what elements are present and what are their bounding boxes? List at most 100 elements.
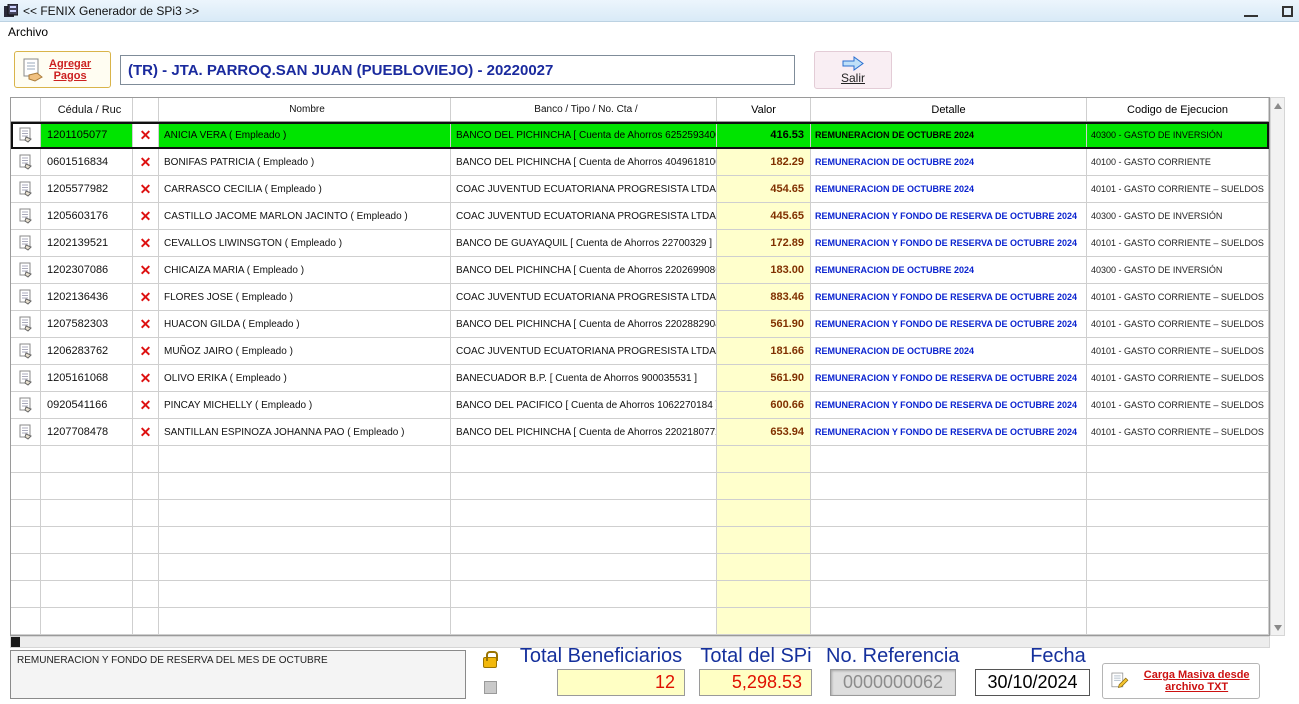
delete-row-button[interactable] <box>133 554 159 581</box>
col-header-codigo[interactable]: Codigo de Ejecucion <box>1087 98 1269 121</box>
empty-row[interactable] <box>11 500 1269 527</box>
delete-row-button[interactable]: ✕ <box>133 392 159 419</box>
delete-row-button[interactable] <box>133 446 159 473</box>
total-spi-value: 5,298.53 <box>699 669 812 696</box>
minimize-button[interactable] <box>1244 5 1258 17</box>
table-row[interactable]: 1202307086 ✕ CHICAIZA MARIA ( Empleado )… <box>11 257 1269 284</box>
row-detail-button[interactable] <box>11 473 41 500</box>
table-row[interactable]: 1202136436 ✕ FLORES JOSE ( Empleado ) CO… <box>11 284 1269 311</box>
col-header-valor[interactable]: Valor <box>717 98 811 121</box>
table-row[interactable]: 0601516834 ✕ BONIFAS PATRICIA ( Empleado… <box>11 149 1269 176</box>
row-detail-button[interactable] <box>11 338 41 365</box>
table-row[interactable]: 1207582303 ✕ HUACON GILDA ( Empleado ) B… <box>11 311 1269 338</box>
empty-row[interactable] <box>11 473 1269 500</box>
menu-bar: Archivo <box>0 23 1299 42</box>
row-detail-button[interactable] <box>11 284 41 311</box>
delete-row-button[interactable]: ✕ <box>133 365 159 392</box>
table-row[interactable]: 1201105077 ✕ ANICIA VERA ( Empleado ) BA… <box>11 122 1269 149</box>
row-detail-button[interactable] <box>11 608 41 635</box>
empty-row[interactable] <box>11 446 1269 473</box>
row-detail-button[interactable] <box>11 554 41 581</box>
valor-cell <box>717 527 811 554</box>
delete-row-button[interactable]: ✕ <box>133 122 159 149</box>
detalle-cell: REMUNERACION DE OCTUBRE 2024 <box>811 176 1087 203</box>
delete-row-button[interactable] <box>133 473 159 500</box>
row-detail-button[interactable] <box>11 527 41 554</box>
fecha-label: Fecha <box>1020 645 1096 668</box>
row-detail-button[interactable] <box>11 392 41 419</box>
valor-cell: 445.65 <box>717 203 811 230</box>
table-row[interactable]: 1202139521 ✕ CEVALLOS LIWINSGTON ( Emple… <box>11 230 1269 257</box>
table-row[interactable]: 0920541166 ✕ PINCAY MICHELLY ( Empleado … <box>11 392 1269 419</box>
salir-label: Salir <box>841 71 865 85</box>
menu-archivo[interactable]: Archivo <box>0 23 56 41</box>
empty-row[interactable] <box>11 527 1269 554</box>
delete-row-button[interactable] <box>133 608 159 635</box>
detalle-cell: REMUNERACION Y FONDO DE RESERVA DE OCTUB… <box>811 230 1087 257</box>
table-row[interactable]: 1207708478 ✕ SANTILLAN ESPINOZA JOHANNA … <box>11 419 1269 446</box>
cedula-cell: 1205577982 <box>41 176 133 203</box>
row-detail-button[interactable] <box>11 581 41 608</box>
col-header-banco[interactable]: Banco / Tipo / No. Cta / <box>451 98 717 121</box>
banco-cell: BANCO DE GUAYAQUIL [ Cuenta de Ahorros 2… <box>451 230 717 257</box>
valor-cell <box>717 473 811 500</box>
empty-row[interactable] <box>11 581 1269 608</box>
detalle-general-textarea[interactable]: REMUNERACION Y FONDO DE RESERVA DEL MES … <box>10 650 466 699</box>
delete-row-button[interactable]: ✕ <box>133 257 159 284</box>
col-header-cedula[interactable]: Cédula / Ruc <box>41 98 133 121</box>
row-detail-button[interactable] <box>11 122 41 149</box>
codigo-cell <box>1087 527 1269 554</box>
valor-cell: 172.89 <box>717 230 811 257</box>
delete-row-button[interactable]: ✕ <box>133 338 159 365</box>
delete-row-button[interactable] <box>133 500 159 527</box>
agregar-pagos-label-line2: Pagos <box>49 70 91 82</box>
row-detail-button[interactable] <box>11 419 41 446</box>
scroll-down-icon[interactable] <box>1274 625 1282 631</box>
delete-row-button[interactable] <box>133 527 159 554</box>
cedula-cell <box>41 500 133 527</box>
scroll-up-icon[interactable] <box>1271 98 1284 113</box>
codigo-cell <box>1087 554 1269 581</box>
row-detail-button[interactable] <box>11 365 41 392</box>
delete-row-button[interactable]: ✕ <box>133 419 159 446</box>
table-row[interactable]: 1205161068 ✕ OLIVO ERIKA ( Empleado ) BA… <box>11 365 1269 392</box>
col-header-nombre[interactable]: Nombre <box>159 98 451 121</box>
delete-row-button[interactable]: ✕ <box>133 203 159 230</box>
empty-row[interactable] <box>11 608 1269 635</box>
table-row[interactable]: 1205577982 ✕ CARRASCO CECILIA ( Empleado… <box>11 176 1269 203</box>
edit-record-icon <box>18 154 34 170</box>
delete-row-button[interactable]: ✕ <box>133 149 159 176</box>
horizontal-scroll-thumb[interactable] <box>11 637 20 647</box>
row-detail-button[interactable] <box>11 311 41 338</box>
row-detail-button[interactable] <box>11 176 41 203</box>
row-detail-button[interactable] <box>11 230 41 257</box>
col-header-detalle[interactable]: Detalle <box>811 98 1087 121</box>
empty-row[interactable] <box>11 554 1269 581</box>
delete-row-button[interactable] <box>133 581 159 608</box>
row-detail-button[interactable] <box>11 500 41 527</box>
maximize-button[interactable] <box>1282 6 1293 17</box>
vertical-scrollbar[interactable] <box>1270 97 1285 636</box>
fecha-input[interactable]: 30/10/2024 <box>975 669 1090 696</box>
small-gray-button[interactable] <box>484 681 497 694</box>
delete-row-button[interactable]: ✕ <box>133 311 159 338</box>
entity-title-input[interactable] <box>120 55 795 85</box>
row-detail-button[interactable] <box>11 446 41 473</box>
agregar-pagos-button[interactable]: Agregar Pagos <box>14 51 111 88</box>
codigo-cell: 40300 - GASTO DE INVERSIÓN <box>1087 203 1269 230</box>
row-detail-button[interactable] <box>11 149 41 176</box>
table-row[interactable]: 1206283762 ✕ MUÑOZ JAIRO ( Empleado ) CO… <box>11 338 1269 365</box>
delete-row-button[interactable]: ✕ <box>133 230 159 257</box>
codigo-cell: 40101 - GASTO CORRIENTE – SUELDOS <box>1087 419 1269 446</box>
row-detail-button[interactable] <box>11 203 41 230</box>
carga-masiva-button[interactable]: Carga Masiva desde archivo TXT <box>1102 663 1260 699</box>
delete-row-button[interactable]: ✕ <box>133 284 159 311</box>
nombre-cell <box>159 581 451 608</box>
delete-row-button[interactable]: ✕ <box>133 176 159 203</box>
salir-button[interactable]: Salir <box>814 51 892 89</box>
row-detail-button[interactable] <box>11 257 41 284</box>
banco-cell: BANCO DEL PICHINCHA [ Cuenta de Ahorros … <box>451 419 717 446</box>
table-row[interactable]: 1205603176 ✕ CASTILLO JACOME MARLON JACI… <box>11 203 1269 230</box>
banco-cell: COAC JUVENTUD ECUATORIANA PROGRESISTA LT… <box>451 338 717 365</box>
valor-cell <box>717 581 811 608</box>
